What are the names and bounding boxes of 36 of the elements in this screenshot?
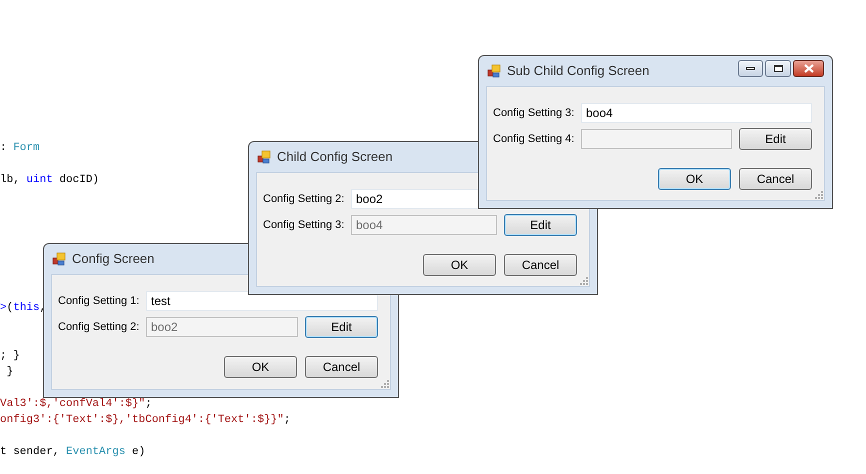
minimize-button[interactable]	[738, 60, 763, 76]
field-label: Config Setting 2:	[263, 192, 346, 207]
ok-button[interactable]: OK	[658, 168, 731, 190]
resize-grip-icon	[580, 277, 588, 285]
text-field[interactable]: boo4	[581, 103, 812, 123]
maximize-button[interactable]	[765, 60, 791, 76]
ok-button[interactable]: OK	[224, 356, 297, 378]
field-label: Config Setting 3:	[493, 106, 576, 121]
code-line: Val3':$,'confVal4':$}";	[0, 397, 152, 412]
cancel-button[interactable]: Cancel	[739, 168, 812, 190]
code-line: t sender, EventArgs e)	[0, 445, 146, 460]
close-button[interactable]	[793, 60, 824, 76]
maximize-icon	[774, 64, 782, 72]
code-line: ; }	[0, 349, 20, 364]
field-label: Config Setting 3:	[263, 218, 346, 233]
window-title: Child Config Screen	[277, 148, 393, 166]
resize-grip-icon	[381, 380, 389, 388]
code-line: lb, uint docID)	[0, 173, 100, 188]
ok-button[interactable]: OK	[423, 254, 496, 276]
code-line: }	[6, 365, 14, 380]
app-icon	[257, 150, 271, 164]
field-label: Config Setting 2:	[58, 320, 140, 335]
field-label: Config Setting 1:	[58, 294, 140, 309]
window-title: Config Screen	[72, 250, 154, 268]
code-line: : Form	[0, 141, 40, 156]
window-title: Sub Child Config Screen	[507, 62, 650, 80]
app-icon	[487, 64, 501, 78]
minimize-icon	[746, 66, 755, 70]
field-label: Config Setting 4:	[493, 132, 576, 147]
cancel-button[interactable]: Cancel	[305, 356, 378, 378]
close-icon	[804, 64, 814, 72]
app-icon	[52, 252, 66, 266]
code-line: >(this,	[0, 301, 46, 316]
code-line: onfig3':{'Text':$},'tbConfig4':{'Text':$}}";	[0, 413, 290, 428]
resize-grip-icon	[815, 191, 823, 199]
cancel-button[interactable]: Cancel	[504, 254, 577, 276]
